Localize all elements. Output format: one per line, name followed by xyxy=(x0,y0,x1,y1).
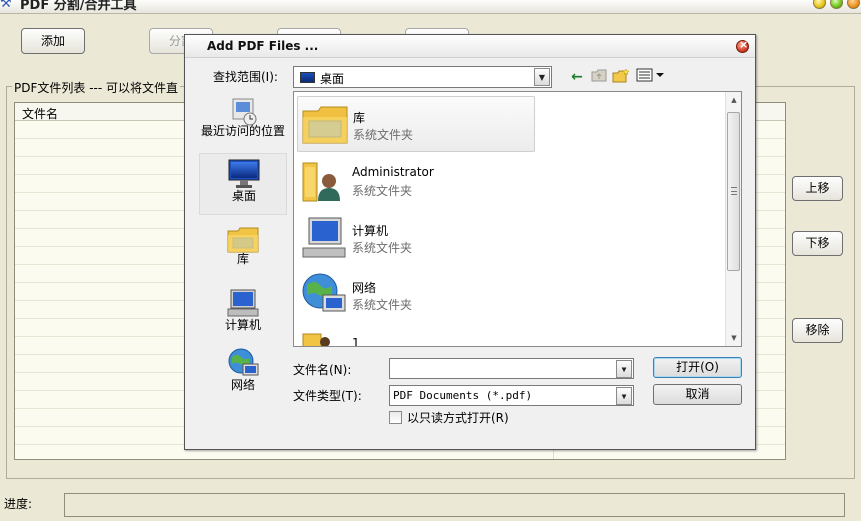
move-down-button[interactable]: 下移 xyxy=(792,231,843,256)
look-in-label: 查找范围(I): xyxy=(213,70,278,84)
place-libraries-label: 库 xyxy=(236,252,249,266)
file-type: 系统文件夹 xyxy=(353,128,414,142)
place-desktop[interactable]: 桌面 xyxy=(199,153,287,215)
maximize-button[interactable] xyxy=(830,0,843,9)
vertical-scrollbar[interactable]: ▲ ▼ xyxy=(725,92,741,346)
chevron-down-icon[interactable]: ▼ xyxy=(616,360,632,378)
scroll-down-icon[interactable]: ▼ xyxy=(726,330,741,346)
chevron-down-icon[interactable]: ▼ xyxy=(534,68,550,86)
move-up-button[interactable]: 上移 xyxy=(792,176,843,201)
back-arrow-icon[interactable]: ← xyxy=(568,68,586,86)
place-computer-label: 计算机 xyxy=(224,318,261,332)
computer-icon xyxy=(299,214,349,262)
filetype-select[interactable]: PDF Documents (*.pdf) ▼ xyxy=(389,385,634,406)
main-window-title: PDF 分割/合并工具 xyxy=(20,0,137,13)
file-name: 1 xyxy=(352,336,360,347)
filename-label: 文件名(N): xyxy=(293,363,352,377)
libraries-icon xyxy=(226,223,260,255)
file-name: Administrator xyxy=(352,165,434,179)
progress-label: 进度: xyxy=(4,497,33,511)
app-icon: ⚒ xyxy=(0,0,12,11)
place-libraries[interactable]: 库 xyxy=(199,219,287,277)
add-pdf-files-dialog: Add PDF Files ... 查找范围(I): 桌面 ▼ ← 最近访问的位… xyxy=(184,34,756,450)
scroll-thumb[interactable] xyxy=(727,112,740,271)
pdf-list-group-label: PDF文件列表 --- 可以将文件直 xyxy=(12,79,180,96)
look-in-value: 桌面 xyxy=(320,72,345,86)
filetype-label: 文件类型(T): xyxy=(293,389,362,403)
file-type: 系统文件夹 xyxy=(352,184,413,198)
file-name: 计算机 xyxy=(352,224,389,238)
filename-input[interactable]: ▼ xyxy=(389,358,634,379)
new-folder-icon[interactable] xyxy=(612,68,630,86)
desktop-icon xyxy=(227,158,261,190)
scroll-up-icon[interactable]: ▲ xyxy=(726,92,741,108)
recent-places-icon xyxy=(226,95,260,127)
list-item[interactable]: 1 xyxy=(297,324,535,347)
chevron-down-icon[interactable]: ▼ xyxy=(616,387,632,405)
list-item[interactable]: Administrator 系统文件夹 xyxy=(297,153,535,209)
place-network[interactable]: 网络 xyxy=(199,345,287,403)
filename-column-header[interactable]: 文件名 xyxy=(22,105,58,122)
places-bar: 最近访问的位置 桌面 库 计算机 网络 xyxy=(199,91,289,391)
remove-button[interactable]: 移除 xyxy=(792,318,843,343)
dialog-close-icon[interactable] xyxy=(736,38,749,53)
readonly-checkbox[interactable] xyxy=(389,411,402,424)
cancel-button[interactable]: 取消 xyxy=(653,384,742,405)
progress-bar xyxy=(64,493,845,517)
file-type: 系统文件夹 xyxy=(352,298,413,312)
desktop-small-icon xyxy=(300,72,315,83)
place-computer[interactable]: 计算机 xyxy=(199,283,287,341)
file-type: 系统文件夹 xyxy=(352,241,413,255)
list-item[interactable]: 网络 系统文件夹 xyxy=(297,267,535,323)
grip-icon xyxy=(731,187,737,195)
add-button[interactable]: 添加 xyxy=(21,28,85,54)
computer-icon xyxy=(226,287,260,319)
place-recent-label: 最近访问的位置 xyxy=(200,124,285,138)
up-folder-icon[interactable] xyxy=(590,68,608,86)
place-desktop-label: 桌面 xyxy=(231,189,256,203)
dialog-title: Add PDF Files ... xyxy=(207,39,319,53)
user-folder-icon xyxy=(299,157,349,205)
dialog-title-bar: Add PDF Files ... xyxy=(185,35,755,58)
folder-icon xyxy=(299,328,349,346)
open-button[interactable]: 打开(O) xyxy=(653,357,742,378)
list-item[interactable]: 库 系统文件夹 xyxy=(297,96,535,152)
place-recent[interactable]: 最近访问的位置 xyxy=(199,91,287,149)
libraries-folder-icon xyxy=(300,101,350,149)
readonly-label[interactable]: 以只读方式打开(R) xyxy=(407,409,509,426)
file-name: 网络 xyxy=(352,281,377,295)
file-list-view[interactable]: 库 系统文件夹 Administrator 系统文件夹 计算机 系统文件夹 网络… xyxy=(293,91,742,347)
list-item[interactable]: 计算机 系统文件夹 xyxy=(297,210,535,266)
filetype-value: PDF Documents (*.pdf) xyxy=(393,389,533,402)
view-menu-icon[interactable] xyxy=(636,68,666,86)
minimize-button[interactable] xyxy=(813,0,826,9)
file-name: 库 xyxy=(353,111,366,125)
main-title-bar: ⚒ PDF 分割/合并工具 xyxy=(0,0,861,14)
place-network-label: 网络 xyxy=(230,378,255,392)
network-icon xyxy=(299,271,349,319)
network-icon xyxy=(226,347,260,379)
look-in-combo[interactable]: 桌面 ▼ xyxy=(293,66,552,88)
close-button[interactable] xyxy=(847,0,860,9)
